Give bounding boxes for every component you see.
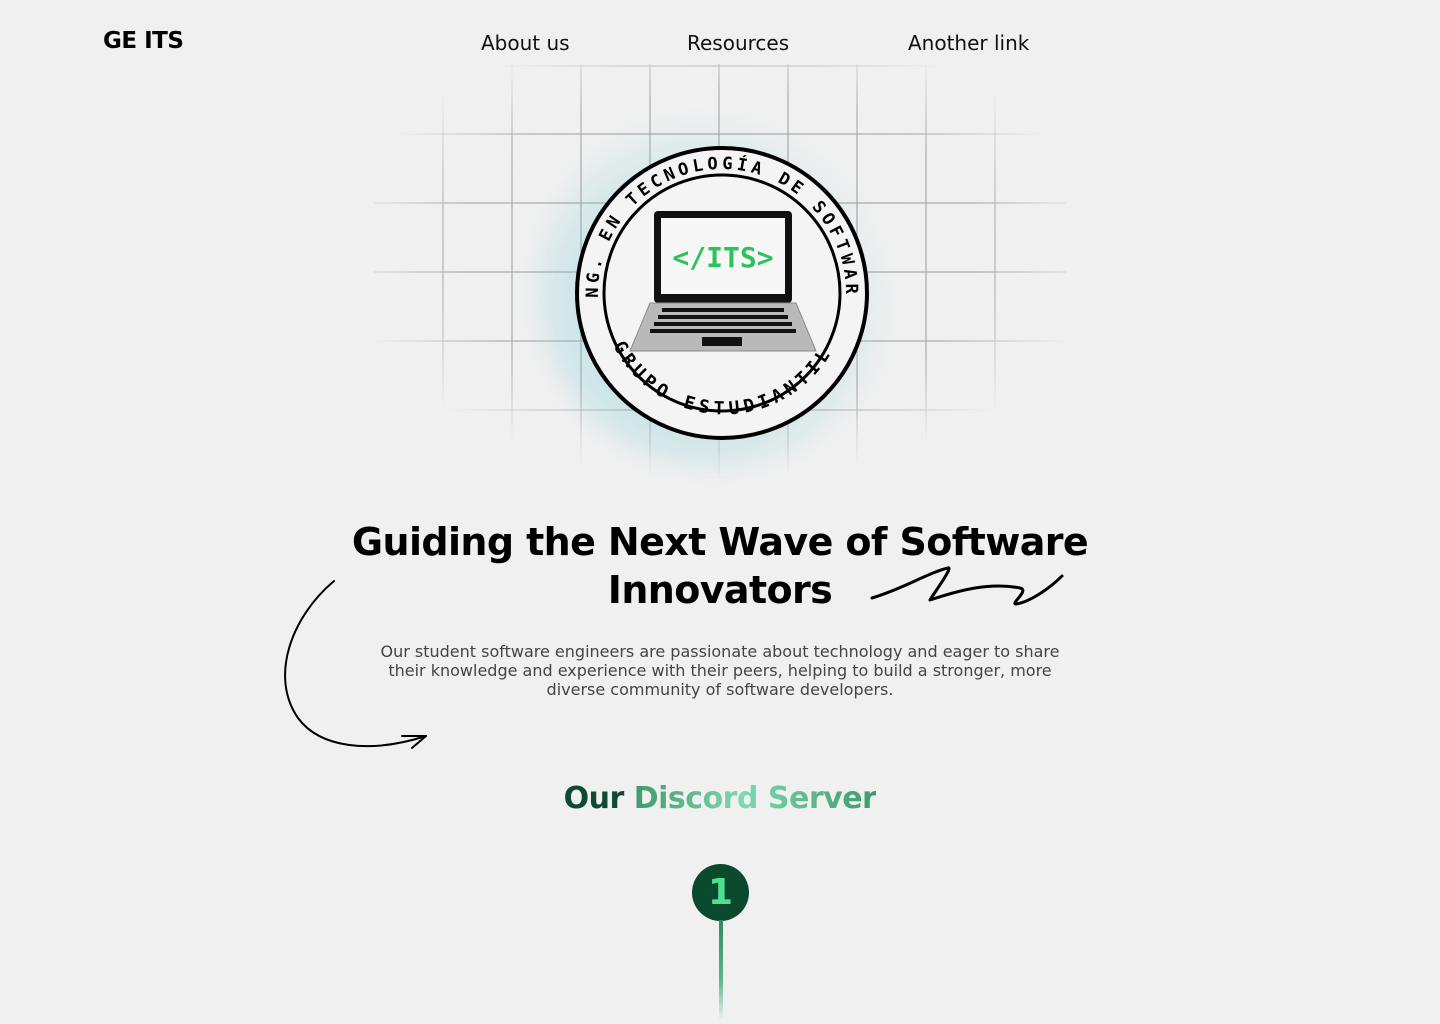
hero-description: Our student software engineers are passi…	[380, 642, 1060, 699]
nav-link-resources[interactable]: Resources	[687, 31, 789, 55]
logo-screen-text: </ITS>	[672, 241, 773, 274]
discord-title-our: Our	[563, 781, 625, 816]
discord-title-server: Discord Server	[633, 781, 877, 816]
hero-headline-line2: Innovators	[607, 568, 833, 612]
step-connector-line	[719, 920, 723, 1020]
nav-link-about-us[interactable]: About us	[481, 31, 570, 55]
squiggle-decoration	[870, 566, 1064, 606]
step-number-badge: 1	[692, 864, 749, 921]
hero-headline-line1: Guiding the Next Wave of Software	[351, 520, 1089, 564]
discord-section-title: Our Discord Server	[420, 781, 1020, 816]
its-logo-badge: ING. EN TECNOLOGÍA DE SOFTWARE GRUPO EST…	[565, 128, 869, 440]
laptop-icon: </ITS>	[629, 211, 817, 352]
brand-logo[interactable]: GE ITS	[103, 28, 184, 54]
nav-link-another-link[interactable]: Another link	[908, 31, 1029, 55]
